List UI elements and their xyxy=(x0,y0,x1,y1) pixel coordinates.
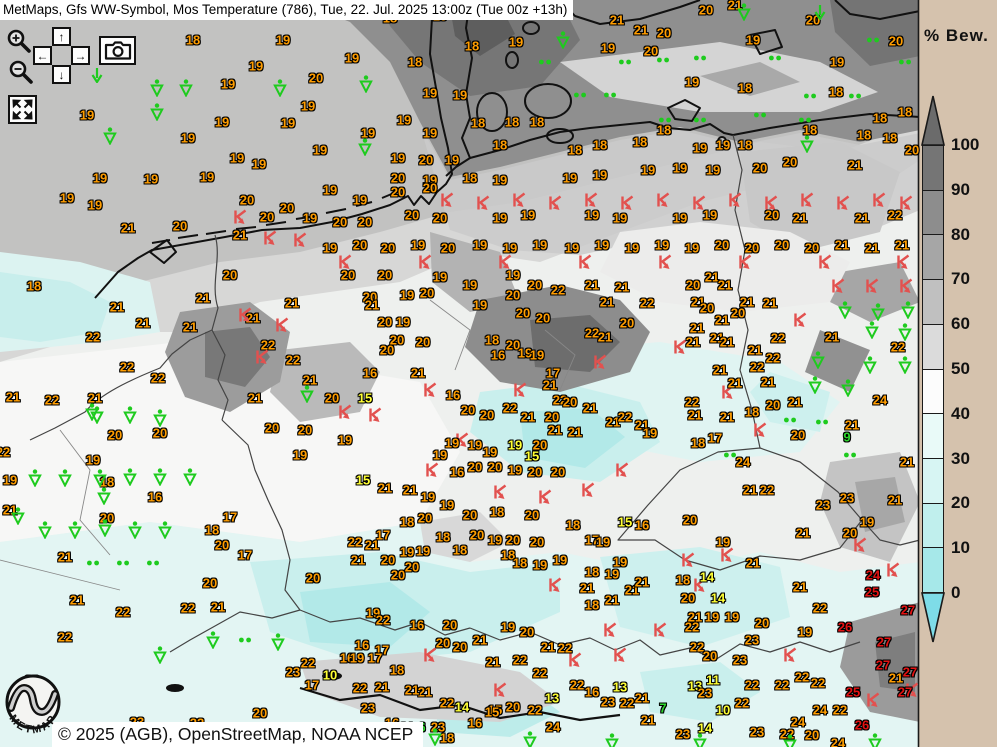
legend-tick-label: 60 xyxy=(951,314,970,334)
pan-right-button[interactable]: → xyxy=(71,46,90,65)
legend-tick-label: 90 xyxy=(951,180,970,200)
fullscreen-button[interactable] xyxy=(8,95,37,124)
legend-tick-label: 0 xyxy=(951,583,960,603)
attribution-bar: © 2025 (AGB), OpenStreetMap, NOAA NCEP xyxy=(52,722,423,747)
pan-up-button[interactable]: ↑ xyxy=(52,27,71,46)
metmaps-app: 1819191920191919191919191919191919191818… xyxy=(0,0,997,747)
legend-tick-label: 40 xyxy=(951,404,970,424)
legend-tick-label: 70 xyxy=(951,269,970,289)
copyright-text: © 2025 (AGB), OpenStreetMap, NOAA NCEP xyxy=(58,724,413,744)
colorbar-segment xyxy=(923,279,943,324)
pan-left-button[interactable]: ← xyxy=(33,46,52,65)
colorbar-segment xyxy=(923,324,943,369)
colorbar-segment xyxy=(923,503,943,548)
screenshot-button[interactable] xyxy=(99,36,136,65)
arrow-up-icon: ↑ xyxy=(59,31,65,43)
colorbar-segment xyxy=(923,369,943,414)
legend-tick-label: 80 xyxy=(951,225,970,245)
arrow-down-icon: ↓ xyxy=(59,69,65,81)
weather-map-canvas[interactable] xyxy=(0,0,997,747)
legend-title: % Bew. xyxy=(924,26,989,46)
fullscreen-icon xyxy=(12,99,33,120)
zoom-in-button[interactable] xyxy=(5,27,33,55)
legend-tick-label: 10 xyxy=(951,538,970,558)
arrow-left-icon: ← xyxy=(37,50,49,62)
zoom-out-icon xyxy=(7,58,35,86)
zoom-in-icon xyxy=(5,27,33,55)
arrow-right-icon: → xyxy=(75,50,87,62)
camera-icon xyxy=(104,41,132,60)
title-bar: MetMaps, Gfs WW-Symbol, Mos Temperature … xyxy=(0,0,573,20)
colorbar-segment xyxy=(923,234,943,279)
metmaps-logo: METMAPS xyxy=(1,672,65,746)
legend-tick-label: 50 xyxy=(951,359,970,379)
colorbar-segment xyxy=(923,413,943,458)
pan-down-button[interactable]: ↓ xyxy=(52,65,71,84)
legend-tick-label: 20 xyxy=(951,493,970,513)
colorbar-segment xyxy=(923,146,943,190)
colorbar-segment xyxy=(923,458,943,503)
legend-tick-label: 100 xyxy=(951,135,979,155)
legend-tick-label: 30 xyxy=(951,449,970,469)
zoom-out-button[interactable] xyxy=(7,58,35,86)
colorbar-segment xyxy=(923,547,943,592)
legend-arrow-top xyxy=(918,94,948,146)
colorbar-segment xyxy=(923,190,943,235)
page-title: MetMaps, Gfs WW-Symbol, Mos Temperature … xyxy=(3,2,567,17)
legend-arrow-bottom xyxy=(918,592,948,644)
cloud-cover-colorbar xyxy=(922,145,944,593)
